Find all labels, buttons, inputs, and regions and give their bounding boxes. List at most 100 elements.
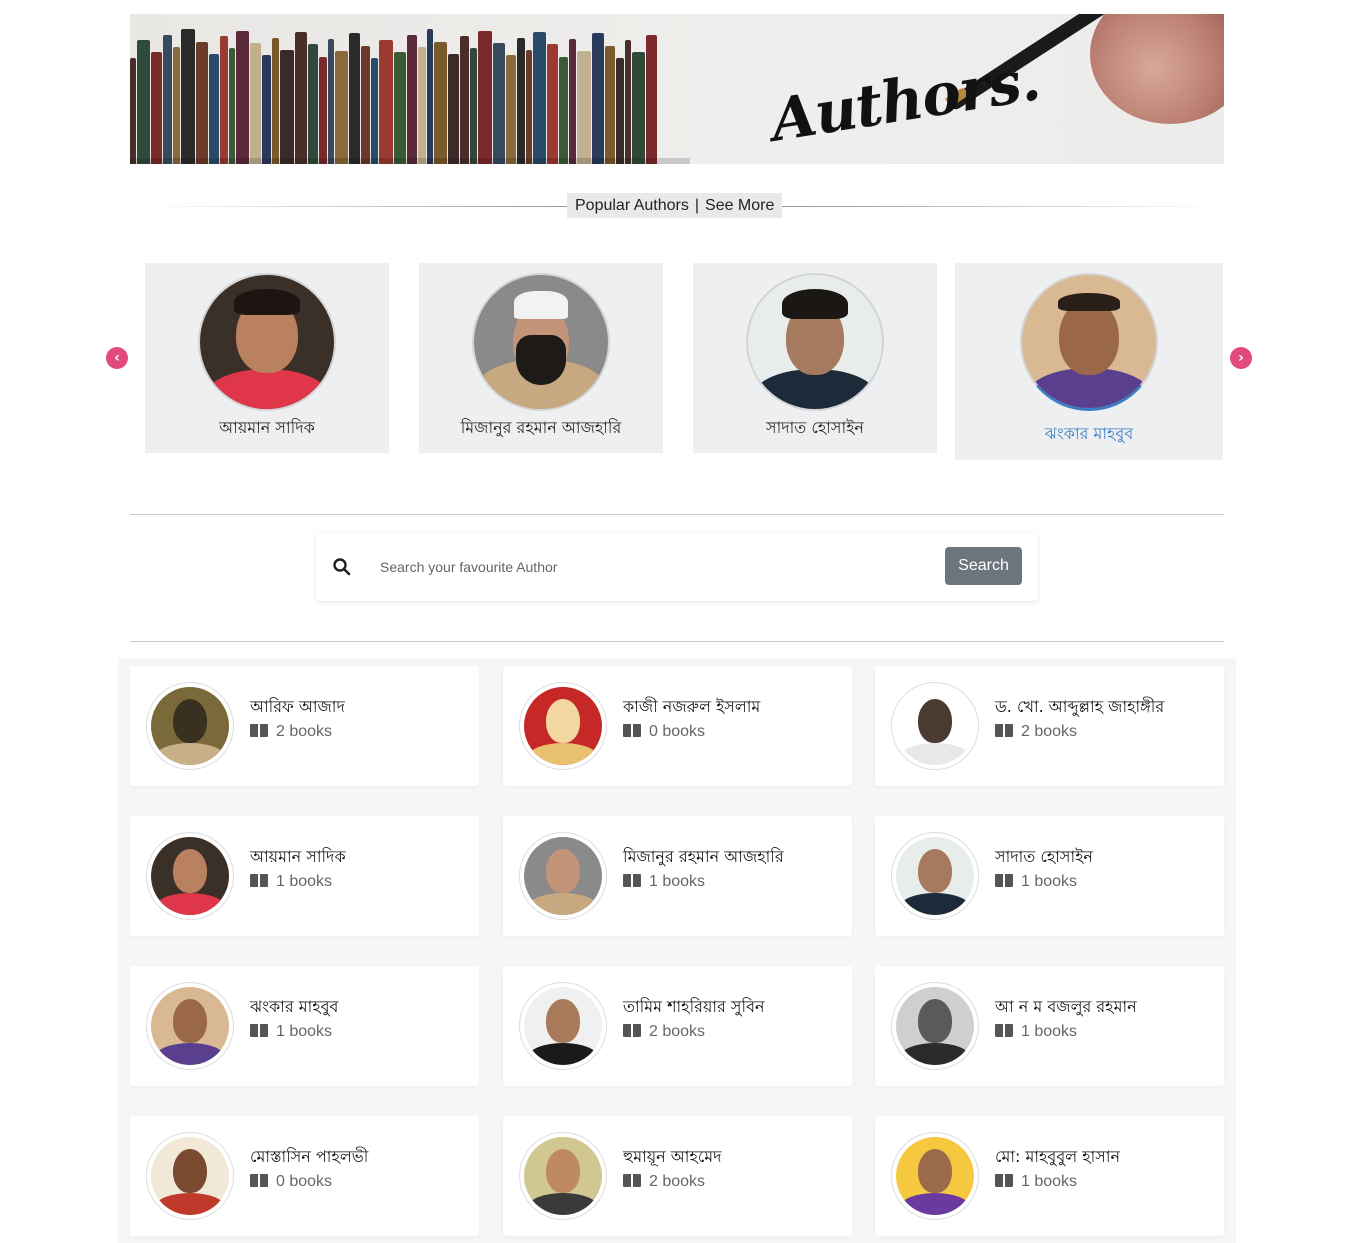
book-spine [137, 40, 150, 164]
author-book-count: 1 books [250, 873, 332, 891]
author-card[interactable]: ঝংকার মাহবুব 1 books [130, 966, 479, 1086]
author-book-count: 1 books [623, 873, 705, 891]
book-spine [209, 53, 219, 164]
author-name: সাদাত হোসাইন [766, 418, 864, 437]
author-name[interactable]: ড. খো. আব্দুল্লাহ জাহাঙ্গীর [995, 694, 1164, 721]
divider-bottom [130, 641, 1224, 642]
authors-banner: Authors. [130, 14, 1224, 164]
author-avatar [891, 1132, 979, 1220]
author-name[interactable]: তামিম শাহরিয়ার সুবিন [623, 994, 765, 1021]
book-spine [173, 47, 180, 164]
book-icon [623, 1024, 641, 1037]
author-card[interactable]: আরিফ আজাদ 2 books [130, 666, 479, 786]
author-name[interactable]: আয়মান সাদিক [250, 844, 346, 871]
author-card[interactable]: হুমায়ূন আহমেদ 2 books [503, 1116, 852, 1236]
author-book-count: 1 books [995, 873, 1077, 891]
book-icon [995, 1174, 1013, 1187]
book-spine [533, 32, 546, 164]
book-spine [220, 36, 228, 164]
author-card[interactable]: সাদাত হোসাইন 1 books [875, 816, 1224, 936]
book-spine [569, 38, 576, 164]
book-spine [577, 51, 591, 164]
search-input[interactable] [372, 551, 932, 583]
author-book-count: 0 books [623, 723, 705, 741]
book-spine [236, 30, 249, 164]
book-spine [229, 48, 235, 164]
divider-top [130, 514, 1224, 515]
book-spine [616, 57, 624, 164]
book-spine [319, 56, 327, 164]
book-count-text: 2 books [1021, 723, 1078, 740]
author-name[interactable]: মোস্তাসিন পাহলভী [250, 1144, 368, 1171]
author-book-count: 1 books [995, 1173, 1077, 1191]
author-avatar [1020, 273, 1158, 411]
author-avatar [472, 273, 610, 411]
author-avatar [198, 273, 336, 411]
book-spine [478, 30, 492, 164]
book-icon [250, 724, 268, 737]
book-icon [995, 874, 1013, 887]
book-spine [130, 57, 136, 164]
book-icon [995, 724, 1013, 737]
book-icon [623, 724, 641, 737]
book-spine [335, 51, 348, 164]
author-card[interactable]: মিজানুর রহমান আজহারি 1 books [503, 816, 852, 936]
author-card[interactable]: আ ন ম বজলুর রহমান 1 books [875, 966, 1224, 1086]
author-name[interactable]: সাদাত হোসাইন [995, 844, 1093, 871]
book-spine [163, 34, 172, 164]
bookshelf-image [130, 28, 660, 164]
search-bar: Search [316, 533, 1038, 601]
author-card[interactable]: ড. খো. আব্দুল্লাহ জাহাঙ্গীর 2 books [875, 666, 1224, 786]
book-spine [272, 37, 279, 164]
author-avatar [519, 682, 607, 770]
author-name[interactable]: ঝংকার মাহবুব [250, 994, 338, 1021]
author-avatar [146, 682, 234, 770]
book-count-text: 1 books [276, 873, 333, 890]
author-name[interactable]: আরিফ আজাদ [250, 694, 345, 721]
author-name[interactable]: আ ন ম বজলুর রহমান [995, 994, 1137, 1021]
author-card[interactable]: আয়মান সাদিক 1 books [130, 816, 479, 936]
popular-author-card[interactable]: সাদাত হোসাইন [693, 263, 937, 453]
chevron-left-icon[interactable]: ‹ [106, 347, 128, 369]
book-spine [349, 33, 360, 164]
author-name[interactable]: মিজানুর রহমান আজহারি [623, 844, 784, 871]
author-avatar [519, 1132, 607, 1220]
book-spine [328, 38, 334, 164]
book-spine [434, 41, 447, 164]
search-icon [333, 558, 351, 576]
book-icon [250, 874, 268, 887]
popular-author-card[interactable]: আয়মান সাদিক [145, 263, 389, 453]
author-card[interactable]: তামিম শাহরিয়ার সুবিন 2 books [503, 966, 852, 1086]
author-name[interactable]: মো: মাহবুবুল হাসান [995, 1144, 1120, 1171]
search-button[interactable]: Search [945, 547, 1022, 585]
book-spine [379, 40, 393, 164]
author-avatar [519, 982, 607, 1070]
popular-author-card-active[interactable]: ঝংকার মাহবুব [955, 263, 1223, 460]
book-spine [280, 49, 294, 164]
author-card[interactable]: মো: মাহবুবুল হাসান 1 books [875, 1116, 1224, 1236]
chevron-right-icon[interactable]: › [1230, 347, 1252, 369]
popular-author-card[interactable]: মিজানুর রহমান আজহারি [419, 263, 663, 453]
see-more-link[interactable]: See More [705, 197, 774, 214]
book-count-text: 1 books [1021, 1023, 1078, 1040]
book-count-text: 1 books [276, 1023, 333, 1040]
book-count-text: 2 books [649, 1023, 706, 1040]
book-spine [151, 52, 162, 164]
book-spine [250, 42, 261, 164]
author-name: ঝংকার মাহবুব [1044, 424, 1134, 443]
book-spine [295, 32, 307, 164]
author-name[interactable]: হুমায়ূন আহমেদ [623, 1144, 722, 1171]
author-name[interactable]: কাজী নজরুল ইসলাম [623, 694, 760, 721]
book-spine [559, 56, 568, 164]
author-book-count: 2 books [250, 723, 332, 741]
author-card[interactable]: কাজী নজরুল ইসলাম 0 books [503, 666, 852, 786]
author-book-count: 2 books [995, 723, 1077, 741]
author-book-count: 1 books [995, 1023, 1077, 1041]
author-card[interactable]: মোস্তাসিন পাহলভী 0 books [130, 1116, 479, 1236]
book-spine [418, 47, 426, 164]
book-spine [625, 40, 631, 164]
book-count-text: 1 books [1021, 873, 1078, 890]
book-spine [517, 37, 525, 164]
author-avatar [891, 982, 979, 1070]
author-book-count: 1 books [250, 1023, 332, 1041]
